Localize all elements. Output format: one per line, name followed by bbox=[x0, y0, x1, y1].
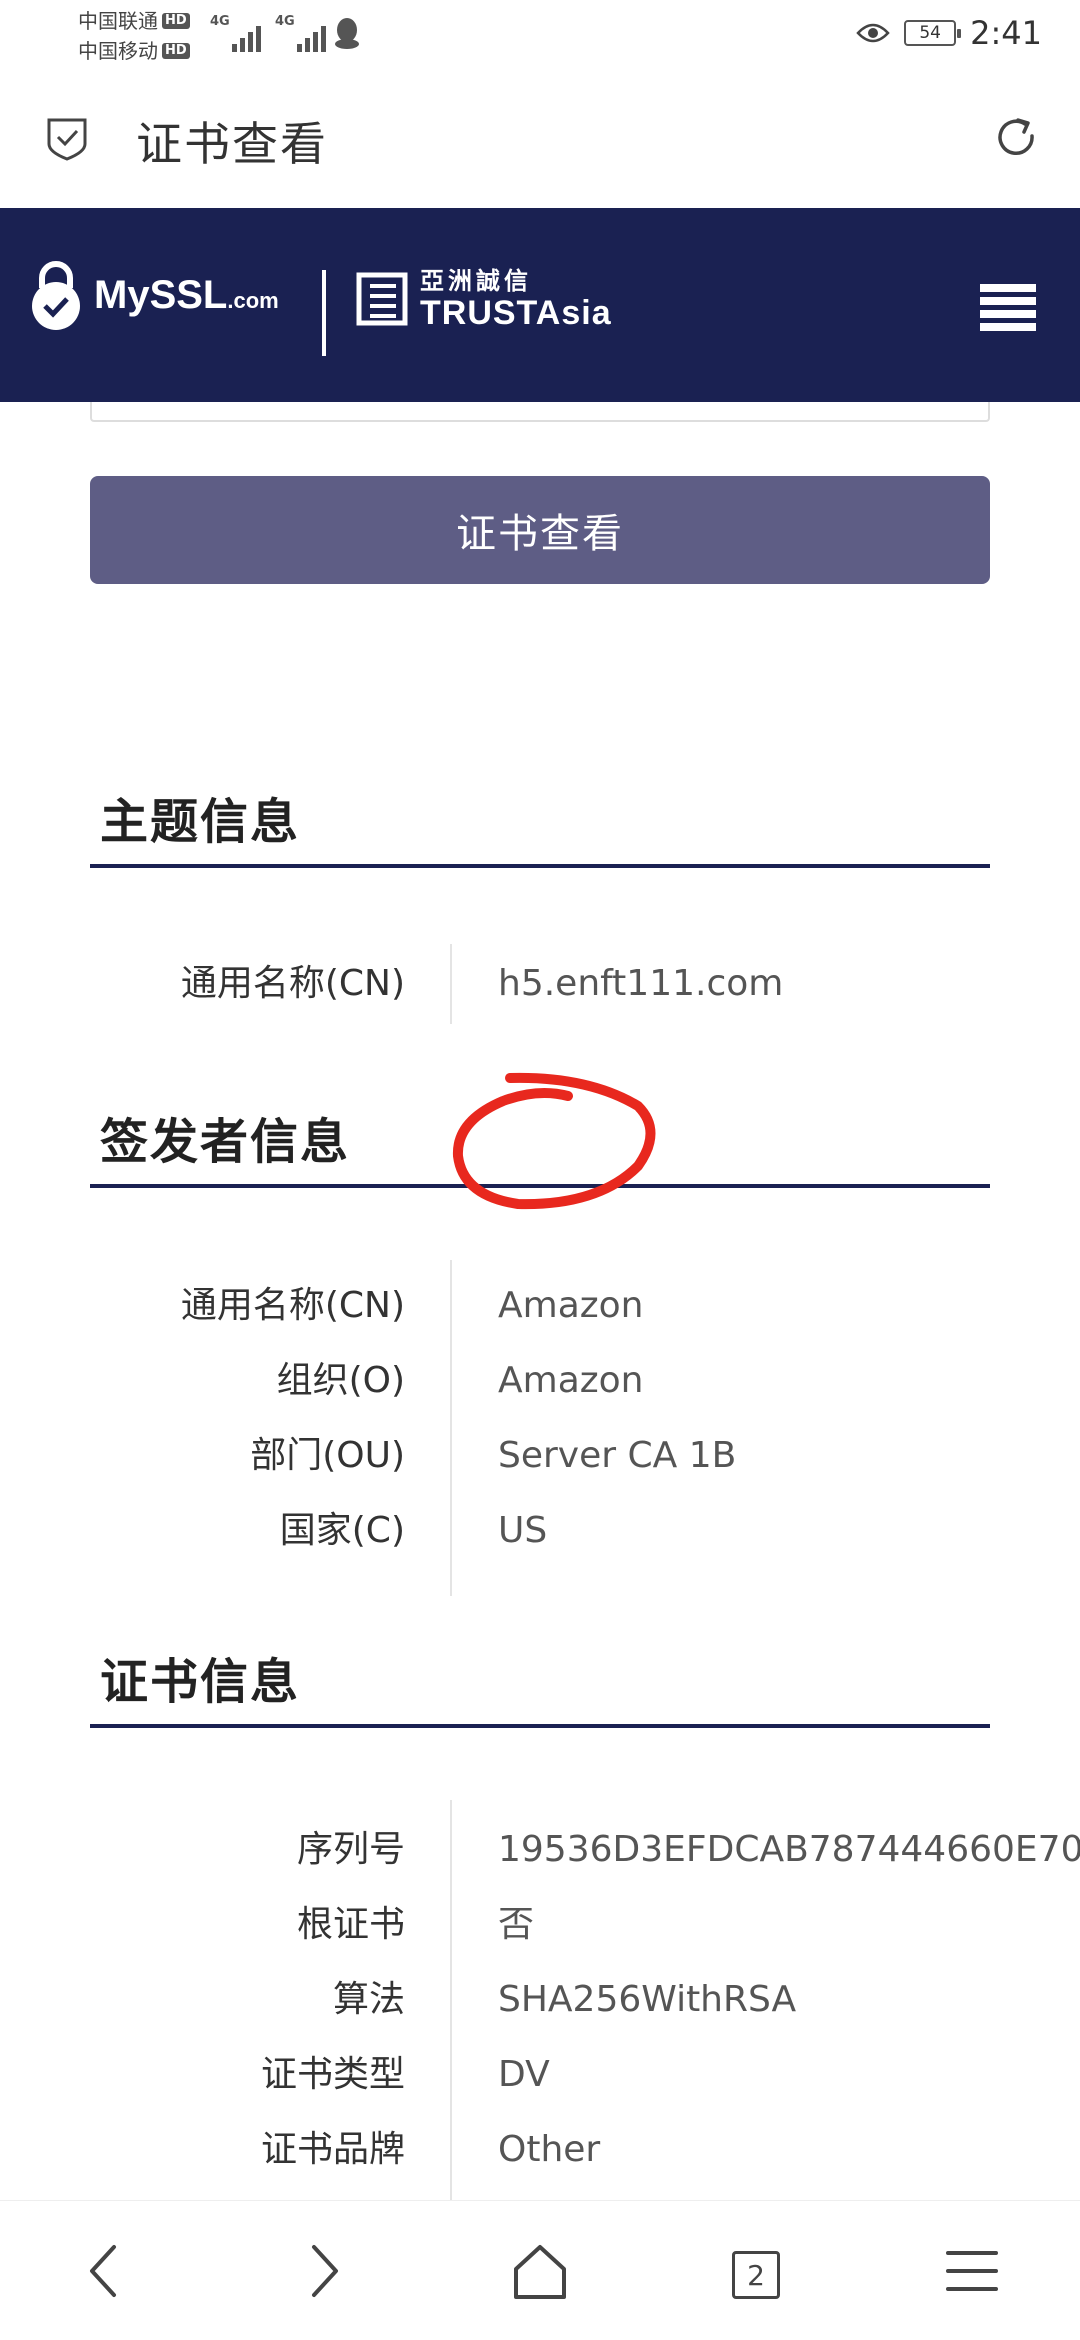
section-rule bbox=[90, 1724, 990, 1728]
kv-value: Amazon bbox=[498, 1360, 644, 1401]
kv-value: Amazon bbox=[498, 1285, 644, 1326]
kv-value: US bbox=[498, 1510, 548, 1551]
kv-row: 通用名称(CN) Amazon bbox=[0, 1276, 1080, 1336]
domain-input[interactable] bbox=[90, 402, 990, 422]
kv-value: SHA256WithRSA bbox=[498, 1979, 797, 2020]
network-type-2: 4G bbox=[275, 14, 295, 29]
carrier-2: 中国移动 bbox=[78, 39, 158, 63]
kv-row: 根证书 否 bbox=[0, 1895, 1080, 1955]
kv-label: 组织(O) bbox=[276, 1360, 405, 1401]
kv-value: 19536D3EFDCAB787444660E705 bbox=[498, 1829, 1080, 1870]
hd-badge: HD bbox=[162, 13, 190, 29]
kv-value: 否 bbox=[498, 1904, 535, 1945]
kv-row: 部门(OU) Server CA 1B bbox=[0, 1426, 1080, 1486]
kv-label: 算法 bbox=[332, 1979, 405, 2020]
kv-row: 通用名称(CN) h5.enft111.com bbox=[0, 954, 1080, 1014]
refresh-icon[interactable] bbox=[992, 114, 1040, 162]
myssl-logo-suffix: .com bbox=[227, 287, 279, 313]
clock: 2:41 bbox=[970, 14, 1042, 52]
trustasia-logo[interactable]: 亞洲誠信 TRUSTAsia bbox=[356, 268, 612, 330]
forward-arrow-icon[interactable] bbox=[290, 2239, 354, 2303]
kv-row: 国家(C) US bbox=[0, 1501, 1080, 1561]
kv-label: 证书类型 bbox=[260, 2054, 405, 2095]
kv-label: 通用名称(CN) bbox=[180, 1285, 405, 1326]
kv-label: 序列号 bbox=[296, 1829, 405, 1870]
section-title-issuer: 签发者信息 bbox=[100, 1114, 351, 1170]
kv-label: 根证书 bbox=[296, 1904, 405, 1945]
page-title: 证书查看 bbox=[136, 117, 328, 171]
browser-bottom-bar: 2 bbox=[0, 2200, 1080, 2340]
padlock-check-icon bbox=[32, 261, 80, 330]
kv-row: 序列号 19536D3EFDCAB787444660E705 bbox=[0, 1820, 1080, 1880]
myssl-logo-text: MySSL bbox=[94, 272, 228, 317]
kv-label: 证书品牌 bbox=[260, 2129, 405, 2170]
carrier-info: 中国联通 HD 中国移动 HD bbox=[78, 6, 190, 66]
myssl-logo[interactable]: MySSL.com bbox=[28, 258, 279, 332]
signal-2-icon: 4G bbox=[275, 14, 326, 52]
kv-label: 通用名称(CN) bbox=[180, 963, 405, 1004]
kv-value: Other bbox=[498, 2129, 601, 2170]
battery-indicator: 54 bbox=[904, 20, 962, 46]
kv-row: 组织(O) Amazon bbox=[0, 1351, 1080, 1411]
kv-value: DV bbox=[498, 2054, 550, 2095]
back-arrow-icon[interactable] bbox=[74, 2239, 138, 2303]
carrier-1: 中国联通 bbox=[78, 9, 158, 33]
eye-icon bbox=[856, 23, 890, 43]
trustasia-en-name: TRUSTAsia bbox=[420, 294, 612, 332]
qq-icon bbox=[335, 18, 359, 49]
home-icon[interactable] bbox=[508, 2239, 572, 2303]
red-annotation-circle bbox=[452, 1072, 656, 1210]
section-rule bbox=[90, 1184, 990, 1188]
signal-1-icon: 4G bbox=[210, 14, 261, 52]
section-title-certificate: 证书信息 bbox=[100, 1654, 301, 1710]
app-header: 证书查看 bbox=[0, 70, 1080, 208]
trustasia-emblem-icon bbox=[356, 272, 408, 326]
site-navbar: MySSL.com 亞洲誠信 TRUSTAsia bbox=[0, 208, 1080, 402]
kv-value: h5.enft111.com bbox=[498, 963, 784, 1004]
menu-lines-icon[interactable] bbox=[940, 2239, 1004, 2303]
section-title-subject: 主题信息 bbox=[100, 794, 301, 850]
view-certificate-button[interactable]: 证书查看 bbox=[90, 476, 990, 584]
hamburger-menu-icon[interactable] bbox=[980, 284, 1036, 332]
tab-count-button[interactable]: 2 bbox=[732, 2251, 780, 2299]
logo-divider bbox=[322, 270, 326, 356]
section-rule bbox=[90, 864, 990, 868]
status-bar: 中国联通 HD 中国移动 HD 4G 4G 54 2:41 bbox=[0, 0, 1080, 70]
signal-indicators: 4G 4G bbox=[210, 14, 326, 52]
kv-row: 证书类型 DV bbox=[0, 2045, 1080, 2105]
kv-row: 算法 SHA256WithRSA bbox=[0, 1970, 1080, 2030]
kv-value: Server CA 1B bbox=[498, 1435, 737, 1476]
network-type-1: 4G bbox=[210, 14, 230, 29]
hd-badge: HD bbox=[162, 43, 190, 59]
shield-check-icon bbox=[47, 118, 87, 161]
kv-row: 证书品牌 Other bbox=[0, 2120, 1080, 2180]
trustasia-cn-name: 亞洲誠信 bbox=[420, 268, 532, 295]
kv-label: 部门(OU) bbox=[250, 1435, 405, 1476]
kv-label: 国家(C) bbox=[279, 1510, 405, 1551]
battery-level: 54 bbox=[919, 23, 941, 43]
